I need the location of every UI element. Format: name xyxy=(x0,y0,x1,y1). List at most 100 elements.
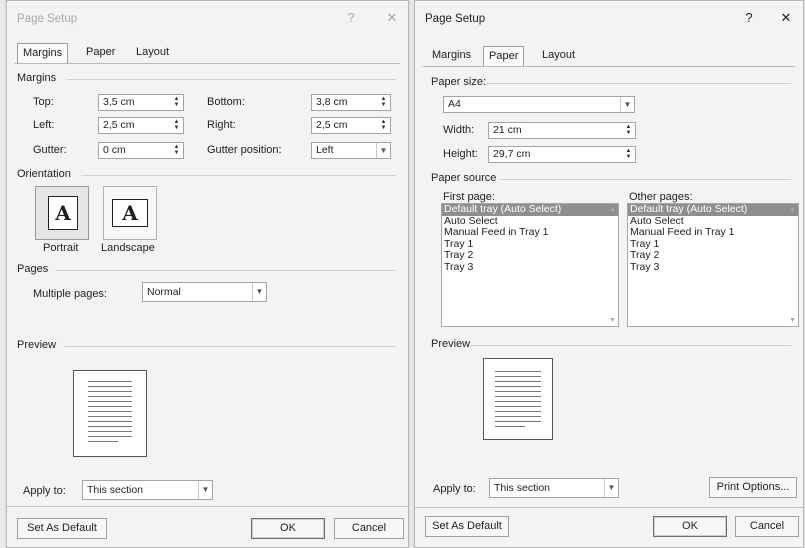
scrollbar[interactable]: ▲ ▼ xyxy=(787,204,798,326)
tab-paper[interactable]: Paper xyxy=(81,43,120,63)
left-margin-input[interactable]: 2,5 cm ▲ ▼ xyxy=(98,117,184,134)
preview-line xyxy=(88,431,132,432)
print-options-button[interactable]: Print Options... xyxy=(709,477,797,498)
gutter-position-select[interactable]: Left ▼ xyxy=(311,142,391,159)
list-item[interactable]: Default tray (Auto Select) xyxy=(628,203,798,216)
first-page-tray-list[interactable]: Default tray (Auto Select) Auto Select M… xyxy=(441,203,619,327)
scroll-up-icon[interactable]: ▲ xyxy=(609,206,616,213)
divider xyxy=(55,270,396,271)
multiple-pages-label: Multiple pages: xyxy=(33,288,107,300)
gutter-input[interactable]: 0 cm ▲ ▼ xyxy=(98,142,184,159)
tab-layout[interactable]: Layout xyxy=(537,46,580,66)
list-item[interactable]: Tray 3 xyxy=(628,261,798,274)
preview-line xyxy=(495,416,541,417)
preview-line xyxy=(495,391,541,392)
gutter-value: 0 cm xyxy=(103,144,126,156)
help-button[interactable]: ? xyxy=(740,10,758,25)
list-item[interactable]: Manual Feed in Tray 1 xyxy=(628,226,798,239)
close-button[interactable]: ✕ xyxy=(383,10,401,26)
bottom-margin-input[interactable]: 3,8 cm ▲ ▼ xyxy=(311,94,391,111)
tab-panel: Paper size: A4 ▼ Width: 21 cm ▲ ▼ Height:… xyxy=(423,66,799,503)
spinner-icon[interactable]: ▲ ▼ xyxy=(171,119,182,132)
cancel-button[interactable]: Cancel xyxy=(735,516,799,537)
preview-line xyxy=(88,381,132,382)
paper-source-group-label: Paper source xyxy=(431,172,497,184)
list-item[interactable]: Tray 3 xyxy=(442,261,618,274)
pages-group-label: Pages xyxy=(17,263,49,275)
apply-to-label: Apply to: xyxy=(433,483,476,495)
spinner-icon[interactable]: ▲ ▼ xyxy=(171,96,182,109)
close-button[interactable]: ✕ xyxy=(777,10,795,26)
preview-line xyxy=(88,391,132,392)
chevron-down-icon[interactable]: ▼ xyxy=(252,283,266,301)
tab-paper[interactable]: Paper xyxy=(483,46,525,66)
width-input[interactable]: 21 cm ▲ ▼ xyxy=(488,122,636,139)
preview-line xyxy=(495,411,541,412)
scrollbar[interactable]: ▲ ▼ xyxy=(607,204,618,326)
paper-size-select[interactable]: A4 ▼ xyxy=(443,96,635,113)
apply-to-label: Apply to: xyxy=(23,485,66,497)
top-margin-input[interactable]: 3,5 cm ▲ ▼ xyxy=(98,94,184,111)
preview-line xyxy=(495,386,541,387)
apply-to-select[interactable]: This section ▼ xyxy=(489,478,619,498)
preview-line xyxy=(88,396,132,397)
list-item[interactable]: Default tray (Auto Select) xyxy=(442,203,618,216)
ok-button[interactable]: OK xyxy=(653,516,727,537)
preview-line xyxy=(495,421,541,422)
preview-line xyxy=(88,386,132,387)
chevron-down-icon[interactable]: ▼ xyxy=(198,481,212,499)
multiple-pages-select[interactable]: Normal ▼ xyxy=(142,282,267,302)
right-margin-input[interactable]: 2,5 cm ▲ ▼ xyxy=(311,117,391,134)
dialog-title: Page Setup xyxy=(17,13,78,25)
paper-size-group-label: Paper size: xyxy=(431,76,487,88)
list-item[interactable]: Tray 2 xyxy=(442,249,618,262)
scroll-down-icon[interactable]: ▼ xyxy=(789,317,796,324)
tab-margins[interactable]: Margins xyxy=(427,46,476,66)
gutter-position-value: Left xyxy=(316,144,334,156)
left-label: Left: xyxy=(33,119,55,131)
divider xyxy=(65,346,396,347)
spinner-icon[interactable]: ▲ ▼ xyxy=(623,148,634,161)
scroll-up-icon[interactable]: ▲ xyxy=(789,206,796,213)
margins-group-label: Margins xyxy=(17,72,57,84)
bottom-margin-value: 3,8 cm xyxy=(316,96,348,108)
tab-layout[interactable]: Layout xyxy=(131,43,174,63)
chevron-down-icon[interactable]: ▼ xyxy=(376,143,390,158)
right-margin-value: 2,5 cm xyxy=(316,119,348,131)
preview-line xyxy=(88,401,132,402)
gutter-label: Gutter: xyxy=(33,144,67,156)
apply-to-select[interactable]: This section ▼ xyxy=(82,480,213,500)
spinner-icon[interactable]: ▲ ▼ xyxy=(623,124,634,137)
paper-size-value: A4 xyxy=(448,98,461,110)
portrait-button[interactable]: A xyxy=(35,186,89,240)
left-margin-value: 2,5 cm xyxy=(103,119,135,131)
landscape-button[interactable]: A xyxy=(103,186,157,240)
height-input[interactable]: 29,7 cm ▲ ▼ xyxy=(488,146,636,163)
landscape-label: Landscape xyxy=(101,242,155,254)
top-label: Top: xyxy=(33,96,54,108)
set-as-default-button[interactable]: Set As Default xyxy=(425,516,509,537)
other-pages-tray-list[interactable]: Default tray (Auto Select) Auto Select M… xyxy=(627,203,799,327)
spinner-icon[interactable]: ▲ ▼ xyxy=(171,144,182,157)
title-bar: Page Setup ? ✕ xyxy=(415,1,803,35)
preview-line xyxy=(88,411,132,412)
tab-margins[interactable]: Margins xyxy=(17,43,69,63)
help-button[interactable]: ? xyxy=(342,10,360,25)
ok-button[interactable]: OK xyxy=(251,518,325,539)
set-as-default-button[interactable]: Set As Default xyxy=(17,518,107,539)
scroll-down-icon[interactable]: ▼ xyxy=(609,317,616,324)
list-item[interactable]: Tray 2 xyxy=(628,249,798,262)
preview-line xyxy=(495,371,541,372)
chevron-down-icon[interactable]: ▼ xyxy=(604,479,618,497)
right-label: Right: xyxy=(207,119,236,131)
list-item[interactable]: Manual Feed in Tray 1 xyxy=(442,226,618,239)
cancel-button[interactable]: Cancel xyxy=(334,518,404,539)
spinner-icon[interactable]: ▲ ▼ xyxy=(378,119,389,132)
spinner-icon[interactable]: ▲ ▼ xyxy=(378,96,389,109)
multiple-pages-value: Normal xyxy=(147,286,181,298)
preview-line xyxy=(495,396,541,397)
first-page-label: First page: xyxy=(443,191,495,203)
footer-divider xyxy=(7,506,408,507)
chevron-down-icon[interactable]: ▼ xyxy=(620,97,634,112)
height-value: 29,7 cm xyxy=(493,148,531,160)
